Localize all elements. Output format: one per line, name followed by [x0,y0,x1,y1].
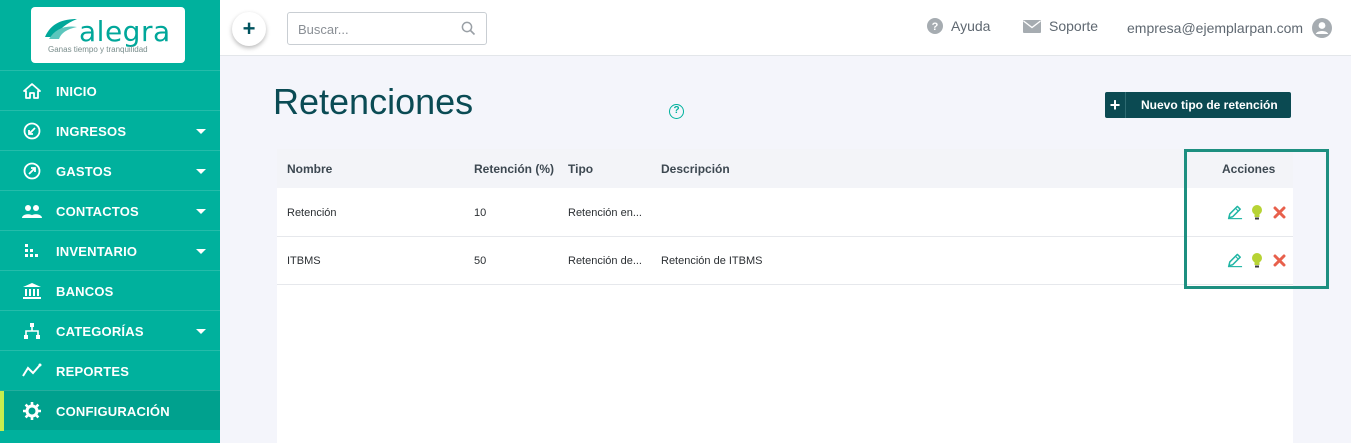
sidebar-item-label: REPORTES [56,364,130,379]
bank-icon [22,282,42,300]
column-header-retencion[interactable]: Retención (%) [474,162,554,176]
support-link[interactable]: Soporte [1023,18,1098,34]
chevron-down-icon[interactable] [196,249,206,254]
sidebar-item-configuracion[interactable]: CONFIGURACIÓN [0,390,220,431]
page-help-icon[interactable]: ? [669,104,684,119]
new-retention-type-label: Nuevo tipo de retención [1141,98,1278,112]
sidebar-item-ingresos[interactable]: INGRESOS [0,110,220,150]
new-retention-type-button[interactable]: + Nuevo tipo de retención [1105,92,1291,118]
gear-icon [22,402,42,420]
cell-nombre: Retención [287,207,337,219]
envelope-icon [1023,19,1041,33]
sidebar: alegra Ganas tiempo y tranquilidad INICI… [0,0,220,443]
sidebar-item-label: GASTOS [56,164,112,179]
cell-tipo: Retención de... [568,255,642,267]
cell-descripcion: Retención de ITBMS [661,255,763,267]
quick-add-button[interactable]: + [232,12,266,46]
sidebar-item-label: BANCOS [56,284,114,299]
sidebar-item-categorias[interactable]: CATEGORÍAS [0,310,220,350]
cell-retencion: 10 [474,207,487,219]
table-header: Nombre Retención (%) Tipo Descripción Ac… [277,149,1293,188]
cell-nombre: ITBMS [287,255,321,267]
search-box [287,12,487,45]
chevron-down-icon[interactable] [196,209,206,214]
categories-icon [22,322,42,340]
actions-highlight-box [1184,149,1329,289]
top-bar: + ? Ayuda Soporte empresa@ejemplarpan.co… [220,0,1351,56]
column-header-tipo[interactable]: Tipo [568,162,593,176]
home-icon [22,82,42,100]
chevron-down-icon[interactable] [196,129,206,134]
help-label: Ayuda [951,18,991,34]
chevron-down-icon[interactable] [196,169,206,174]
sidebar-item-label: CONFIGURACIÓN [56,404,170,419]
sidebar-item-inicio[interactable]: INICIO [0,70,220,110]
help-icon: ? [927,18,943,34]
page-title: Retenciones [273,81,474,122]
chevron-down-icon[interactable] [196,329,206,334]
contacts-icon [22,202,42,220]
account-email: empresa@ejemplarpan.com [1127,20,1304,36]
search-input[interactable] [298,20,458,38]
table-row[interactable]: Retención 10 Retención en... [277,189,1293,237]
income-icon [22,122,42,140]
alegra-logo-mark-icon [45,19,77,39]
sidebar-item-label: CATEGORÍAS [56,324,144,339]
alegra-logo[interactable]: alegra Ganas tiempo y tranquilidad [31,7,185,63]
column-header-nombre[interactable]: Nombre [287,162,332,176]
sidebar-item-label: INVENTARIO [56,244,138,259]
expenses-icon [22,162,42,180]
cell-retencion: 50 [474,255,487,267]
sidebar-item-bancos[interactable]: BANCOS [0,270,220,310]
logo-wordmark: alegra [79,15,171,48]
svg-text:?: ? [932,21,939,33]
column-header-descripcion[interactable]: Descripción [661,162,730,176]
sidebar-item-inventario[interactable]: INVENTARIO [0,230,220,270]
sidebar-item-gastos[interactable]: GASTOS [0,150,220,190]
inventory-icon [22,242,42,260]
sidebar-item-label: CONTACTOS [56,204,139,219]
sidebar-nav: INICIO INGRESOS GASTOS CONTACTOS INVENTA… [0,70,220,431]
plus-icon: + [1105,92,1126,118]
logo-tagline: Ganas tiempo y tranquilidad [48,45,148,54]
sidebar-item-contactos[interactable]: CONTACTOS [0,190,220,230]
table-row[interactable]: ITBMS 50 Retención de... Retención de IT… [277,237,1293,285]
sidebar-item-reportes[interactable]: REPORTES [0,350,220,390]
reports-icon [22,362,42,380]
sidebar-item-label: INICIO [56,84,97,99]
user-avatar-icon [1312,18,1333,38]
cell-tipo: Retención en... [568,207,642,219]
retentions-table: Nombre Retención (%) Tipo Descripción Ac… [277,149,1293,443]
account-menu[interactable]: empresa@ejemplarpan.com [1127,18,1333,38]
help-link[interactable]: ? Ayuda [927,18,990,34]
support-label: Soporte [1049,18,1099,34]
search-icon[interactable] [461,21,476,41]
sidebar-item-label: INGRESOS [56,124,127,139]
